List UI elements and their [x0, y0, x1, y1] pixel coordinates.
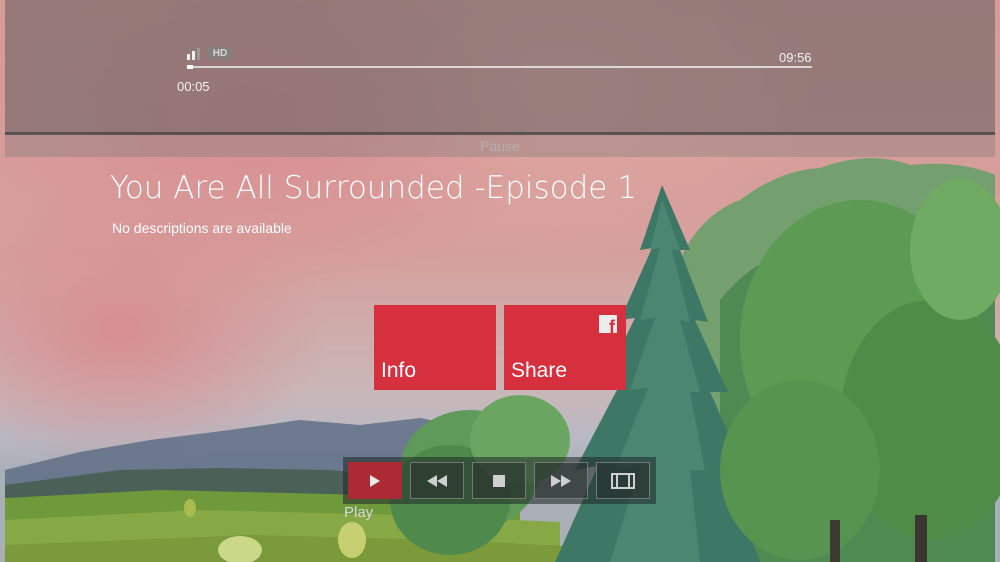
play-button[interactable]: [348, 462, 402, 499]
stop-icon: [493, 474, 505, 487]
rewind-icon: [427, 474, 447, 487]
share-tile-label: Share: [511, 359, 568, 382]
signal-strength-icon: [187, 48, 200, 60]
film-frame-icon: [611, 472, 635, 489]
aspect-ratio-button[interactable]: [596, 462, 650, 499]
media-controls: [343, 457, 656, 504]
fast-forward-icon: [551, 474, 571, 487]
hd-badge: HD: [208, 47, 232, 60]
fast-forward-button[interactable]: [534, 462, 588, 499]
rewind-button[interactable]: [410, 462, 464, 499]
episode-title: You Are All Surrounded -Episode 1: [110, 170, 637, 206]
episode-description: No descriptions are available: [112, 220, 292, 236]
share-tile[interactable]: f Share: [504, 305, 626, 390]
facebook-icon: f: [599, 315, 617, 336]
current-time: 00:05: [177, 79, 210, 94]
pause-strip[interactable]: Pause: [5, 135, 995, 157]
seek-bar[interactable]: [187, 65, 812, 69]
play-icon: [370, 474, 380, 487]
total-time: 09:56: [779, 50, 812, 65]
info-tile[interactable]: Info: [374, 305, 496, 390]
seek-bar-progress: [187, 65, 194, 69]
focused-control-label: Play: [344, 504, 374, 521]
info-tile-label: Info: [381, 359, 417, 382]
stop-button[interactable]: [472, 462, 526, 499]
pause-label: Pause: [480, 138, 520, 154]
